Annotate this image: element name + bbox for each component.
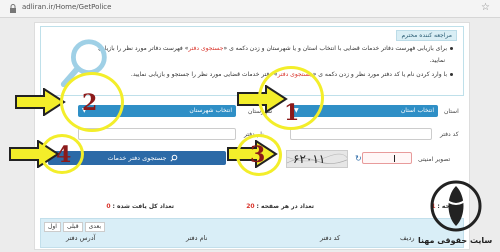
per-page-label: تعداد در هر صفحه : — [256, 203, 314, 210]
pager-first-button[interactable]: اول — [44, 222, 61, 232]
browser-url-bar[interactable]: adliran.ir/Home/GetPolice ☆ — [0, 0, 500, 18]
pager-next-button[interactable]: بعدی — [84, 222, 106, 232]
text-cursor — [394, 155, 395, 162]
total-value: 0 — [106, 203, 111, 210]
notice-heading: مراجعه کننده محترم — [396, 30, 457, 41]
notice-highlight: جستجوی دفتر — [188, 45, 224, 52]
bullet-icon — [450, 73, 453, 76]
step-number-1: 1 — [284, 100, 300, 126]
per-page-value: 20 — [246, 203, 255, 210]
province-select-value: انتخاب استان — [400, 107, 434, 114]
notice-text: » دفتر خدمات قضایی مورد نظر را جستجو و ب… — [130, 71, 278, 78]
notice-line-1: برای بازیابی فهرست دفاتر خدمات قضایی با … — [98, 45, 453, 52]
arrow-2-icon — [15, 88, 66, 116]
url-text[interactable]: adliran.ir/Home/GetPolice — [22, 3, 111, 11]
col-row: ردیف — [400, 234, 415, 242]
office-code-input[interactable] — [290, 128, 432, 140]
province-label: استان — [444, 108, 459, 115]
captcha-text: ۶۲۰۱۱ — [293, 152, 326, 166]
col-code: کد دفتر — [320, 234, 341, 242]
col-address: آدرس دفتر — [66, 234, 96, 242]
office-code-label: کد دفتر — [440, 131, 459, 138]
bookmark-star-icon[interactable]: ☆ — [481, 2, 490, 13]
search-button-label: جستجوی دفتر خدمات — [107, 154, 167, 162]
city-select-value: انتخاب شهرستان — [189, 107, 232, 114]
col-name: نام دفتر — [186, 234, 208, 242]
step-number-3: 3 — [250, 142, 266, 168]
step-number-4: 4 — [56, 142, 72, 168]
total-stat: تعداد کل یافت شده : 0 — [106, 203, 174, 210]
pager-prev-button[interactable]: قبلی — [62, 222, 83, 232]
notice-text: با وارد کردن نام یا کد دفتر مورد نظر و ز… — [312, 71, 447, 78]
lock-icon — [10, 4, 16, 13]
captcha-input[interactable] — [362, 152, 412, 164]
bullet-icon — [450, 47, 453, 50]
results-stats: صفحه : 1 تعداد در هر صفحه : 20 تعداد کل … — [40, 200, 464, 214]
refresh-captcha-icon[interactable]: ↻ — [355, 154, 362, 163]
pagination: اول قبلی بعدی — [44, 222, 107, 232]
captcha-image: ۶۲۰۱۱ — [286, 150, 348, 168]
watermark-text: سایت حقوقی مهنا — [418, 236, 493, 245]
notice-line-2: نمایید. — [429, 57, 445, 64]
step-number-2: 2 — [82, 90, 98, 116]
notice-text: برای بازیابی فهرست دفاتر خدمات قضایی با … — [223, 45, 447, 52]
captcha-label: تصویر امنیتی — [418, 156, 451, 163]
per-page-stat: تعداد در هر صفحه : 20 — [246, 203, 314, 210]
search-icon — [170, 154, 178, 162]
total-label: تعداد کل یافت شده : — [112, 203, 174, 210]
site-logo-icon — [430, 180, 482, 232]
